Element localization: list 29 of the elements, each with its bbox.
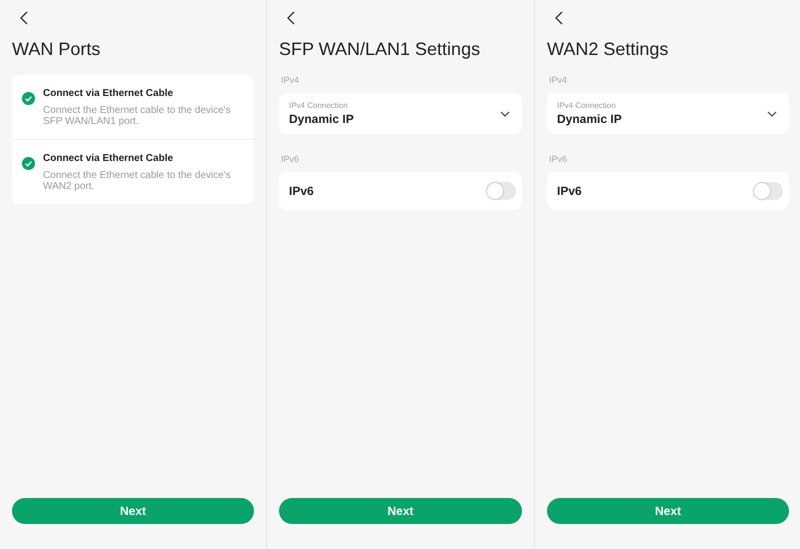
next-button[interactable]: Next — [547, 498, 789, 524]
toggle-switch[interactable] — [486, 182, 516, 200]
screen-title: WAN Ports — [12, 39, 102, 60]
toggle-switch[interactable] — [753, 182, 783, 200]
connection-dropdown[interactable]: IPv4 Connection Dynamic IP — [547, 93, 789, 134]
toggle-label: IPv6 — [557, 184, 582, 198]
back-icon[interactable] — [286, 11, 296, 25]
section-label: IPv6 — [549, 154, 568, 164]
next-button[interactable]: Next — [12, 498, 254, 524]
toggle-label: IPv6 — [289, 184, 314, 198]
dropdown-label: IPv4 Connection — [289, 101, 349, 110]
connection-dropdown[interactable]: IPv4 Connection Dynamic IP — [279, 93, 522, 134]
step-description: Connect the Ethernet cable to the device's WAN2 port. — [43, 170, 232, 192]
chevron-down-icon — [767, 110, 777, 116]
step-title: Connect via Ethernet Cable — [43, 88, 174, 99]
back-icon[interactable] — [554, 11, 564, 25]
back-icon[interactable] — [19, 11, 29, 25]
step-description: Connect the Ethernet cable to the device's SFP WAN/LAN1 port. — [43, 105, 232, 127]
dropdown-value: Dynamic IP — [557, 112, 623, 126]
dropdown-label: IPv4 Connection — [557, 101, 617, 110]
section-label: IPv4 — [281, 75, 300, 85]
dropdown-value: Dynamic IP — [289, 112, 355, 126]
chevron-down-icon — [500, 110, 510, 116]
screen-title: WAN2 Settings — [547, 39, 670, 60]
next-button[interactable]: Next — [279, 498, 522, 524]
section-label: IPv4 — [549, 75, 568, 85]
screen-title: SFP WAN/LAN1 Settings — [279, 39, 482, 60]
section-label: IPv6 — [281, 154, 300, 164]
step-title: Connect via Ethernet Cable — [43, 153, 174, 164]
